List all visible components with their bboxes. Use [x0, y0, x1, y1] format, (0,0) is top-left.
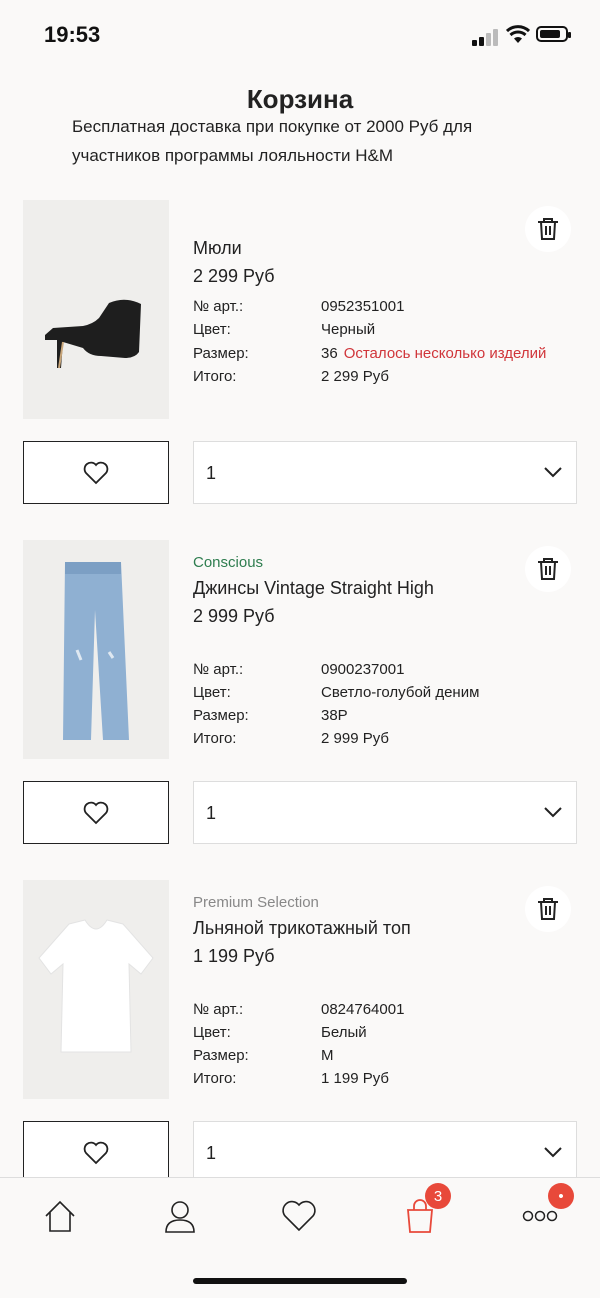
article-value: 0952351001 — [321, 298, 405, 315]
total-label: Итого: — [193, 368, 237, 385]
quantity-value: 1 — [206, 803, 217, 823]
heart-icon — [83, 1141, 109, 1164]
size-value: 38P — [321, 707, 348, 724]
tab-home[interactable] — [40, 1196, 80, 1236]
promo-line-1: Бесплатная доставка при покупке от 2000 … — [72, 118, 473, 136]
top-image — [38, 919, 154, 1053]
remove-item-button[interactable] — [525, 206, 571, 252]
status-time: 19:53 — [44, 22, 101, 47]
stock-warning: Осталось несколько изделий — [343, 345, 547, 362]
total-label: Итого: — [193, 730, 237, 747]
size-value: M — [321, 1047, 334, 1064]
size-label: Размер: — [193, 1047, 249, 1064]
chevron-down-icon — [544, 467, 562, 478]
home-icon — [45, 1200, 75, 1232]
promo-text: Бесплатная доставка при покупке от 2000 … — [72, 118, 552, 176]
total-value: 2 999 Руб — [321, 730, 389, 747]
product-name[interactable]: Льняной трикотажный топ — [193, 918, 411, 939]
more-notification-badge: • — [548, 1183, 574, 1209]
page-title: Корзина — [246, 84, 354, 114]
heart-icon — [83, 461, 109, 484]
article-label: № арт.: — [193, 1001, 244, 1018]
color-value: Белый — [321, 1024, 367, 1041]
tab-account[interactable] — [160, 1196, 200, 1236]
quantity-select[interactable]: 1 — [193, 441, 577, 504]
size-value: 36 — [321, 345, 338, 362]
product-image[interactable] — [23, 540, 169, 759]
product-price: 2 999 Руб — [193, 606, 275, 626]
total-label: Итого: — [193, 1070, 237, 1087]
quantity-value: 1 — [206, 1143, 217, 1163]
status-bar: 19:53 — [0, 0, 600, 70]
home-indicator[interactable] — [193, 1278, 407, 1284]
color-label: Цвет: — [193, 1024, 231, 1041]
quantity-select[interactable]: 1 — [193, 781, 577, 844]
battery-icon — [536, 26, 571, 42]
remove-item-button[interactable] — [525, 886, 571, 932]
quantity-value: 1 — [206, 463, 217, 483]
size-label: Размер: — [193, 707, 249, 724]
favorites-icon — [282, 1200, 316, 1232]
remove-item-button[interactable] — [525, 546, 571, 592]
cart-item: Мюли 2 299 Руб № арт.: 0952351001 Цвет: … — [0, 200, 600, 540]
product-price: 1 199 Руб — [193, 946, 275, 966]
heart-icon — [83, 801, 109, 824]
trash-icon — [538, 558, 558, 580]
color-label: Цвет: — [193, 684, 231, 701]
chevron-down-icon — [544, 807, 562, 818]
product-image[interactable] — [23, 880, 169, 1099]
size-label: Размер: — [193, 345, 249, 362]
article-value: 0900237001 — [321, 661, 405, 678]
trash-icon — [538, 218, 558, 240]
product-name[interactable]: Джинсы Vintage Straight High — [193, 578, 434, 599]
chevron-down-icon — [544, 1147, 562, 1158]
jeans-image — [63, 562, 129, 740]
mule-shoe-image — [45, 299, 141, 369]
cart-item: Premium Selection Льняной трикотажный то… — [0, 880, 600, 1220]
add-to-favorites-button[interactable] — [23, 1121, 169, 1184]
article-value: 0824764001 — [321, 1001, 405, 1018]
account-icon — [165, 1201, 195, 1233]
tab-favorites[interactable] — [279, 1196, 319, 1236]
trash-icon — [538, 898, 558, 920]
cart-item: Conscious Джинсы Vintage Straight High 2… — [0, 540, 600, 880]
color-label: Цвет: — [193, 321, 231, 338]
add-to-favorites-button[interactable] — [23, 781, 169, 844]
promo-line-2: участников программы лояльности H&M — [72, 146, 394, 165]
cart-count-badge: 3 — [425, 1183, 451, 1209]
product-tag: Premium Selection — [193, 894, 319, 911]
total-value: 1 199 Руб — [321, 1070, 389, 1087]
cellular-signal-icon — [472, 28, 502, 46]
article-label: № арт.: — [193, 661, 244, 678]
more-icon — [522, 1210, 558, 1222]
product-tag: Conscious — [193, 554, 264, 571]
wifi-icon — [506, 25, 530, 43]
quantity-select[interactable]: 1 — [193, 1121, 577, 1184]
product-name[interactable]: Мюли — [193, 238, 242, 259]
color-value: Черный — [321, 321, 376, 338]
add-to-favorites-button[interactable] — [23, 441, 169, 504]
product-price: 2 299 Руб — [193, 266, 275, 286]
product-image[interactable] — [23, 200, 169, 419]
color-value: Светло-голубой деним — [321, 684, 480, 701]
article-label: № арт.: — [193, 298, 244, 315]
total-value: 2 299 Руб — [321, 368, 389, 385]
